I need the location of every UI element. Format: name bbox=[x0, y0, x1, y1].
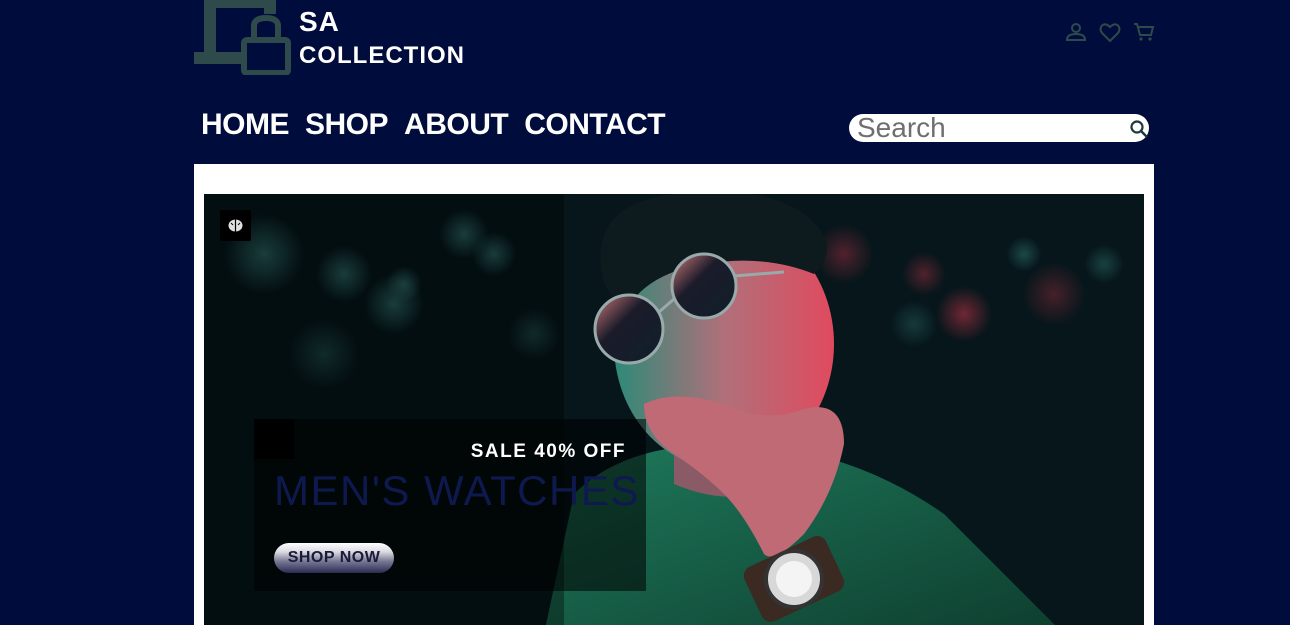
brand-name-line2: COLLECTION bbox=[299, 42, 465, 69]
cart-icon[interactable] bbox=[1132, 20, 1156, 44]
main-nav: HOME SHOP ABOUT CONTACT bbox=[201, 108, 666, 142]
hero-banner: SALE 40% OFF MEN'S WATCHES SHOP NOW bbox=[204, 194, 1144, 625]
laptop-bag-icon bbox=[194, 0, 291, 75]
promo-square bbox=[254, 419, 294, 459]
search-icon[interactable] bbox=[1129, 119, 1149, 139]
search-bar bbox=[849, 114, 1149, 142]
page: SA COLLECTION HOME SHOP ABOUT CONTACT Se… bbox=[0, 0, 1290, 625]
header-icons bbox=[1064, 20, 1156, 44]
brain-icon[interactable] bbox=[220, 210, 251, 241]
brain-icon-svg bbox=[228, 219, 243, 232]
heart-icon[interactable] bbox=[1098, 20, 1122, 44]
shop-now-button[interactable]: SHOP NOW bbox=[274, 543, 394, 573]
nav-item-about[interactable]: ABOUT bbox=[404, 108, 509, 142]
promo-panel: SALE 40% OFF MEN'S WATCHES SHOP NOW bbox=[254, 419, 646, 591]
hero-frame: SALE 40% OFF MEN'S WATCHES SHOP NOW bbox=[194, 164, 1154, 625]
brand-logo[interactable]: SA COLLECTION bbox=[194, 0, 484, 80]
brand-name-line1: SA bbox=[299, 6, 340, 37]
promo-title: MEN'S WATCHES bbox=[274, 467, 640, 514]
nav-item-contact[interactable]: CONTACT bbox=[524, 108, 665, 142]
search-input[interactable] bbox=[857, 114, 1117, 142]
nav-item-home[interactable]: HOME bbox=[201, 108, 290, 142]
sale-label: SALE 40% OFF bbox=[470, 441, 626, 462]
nav-item-shop[interactable]: SHOP bbox=[305, 108, 389, 142]
user-icon[interactable] bbox=[1064, 20, 1088, 44]
